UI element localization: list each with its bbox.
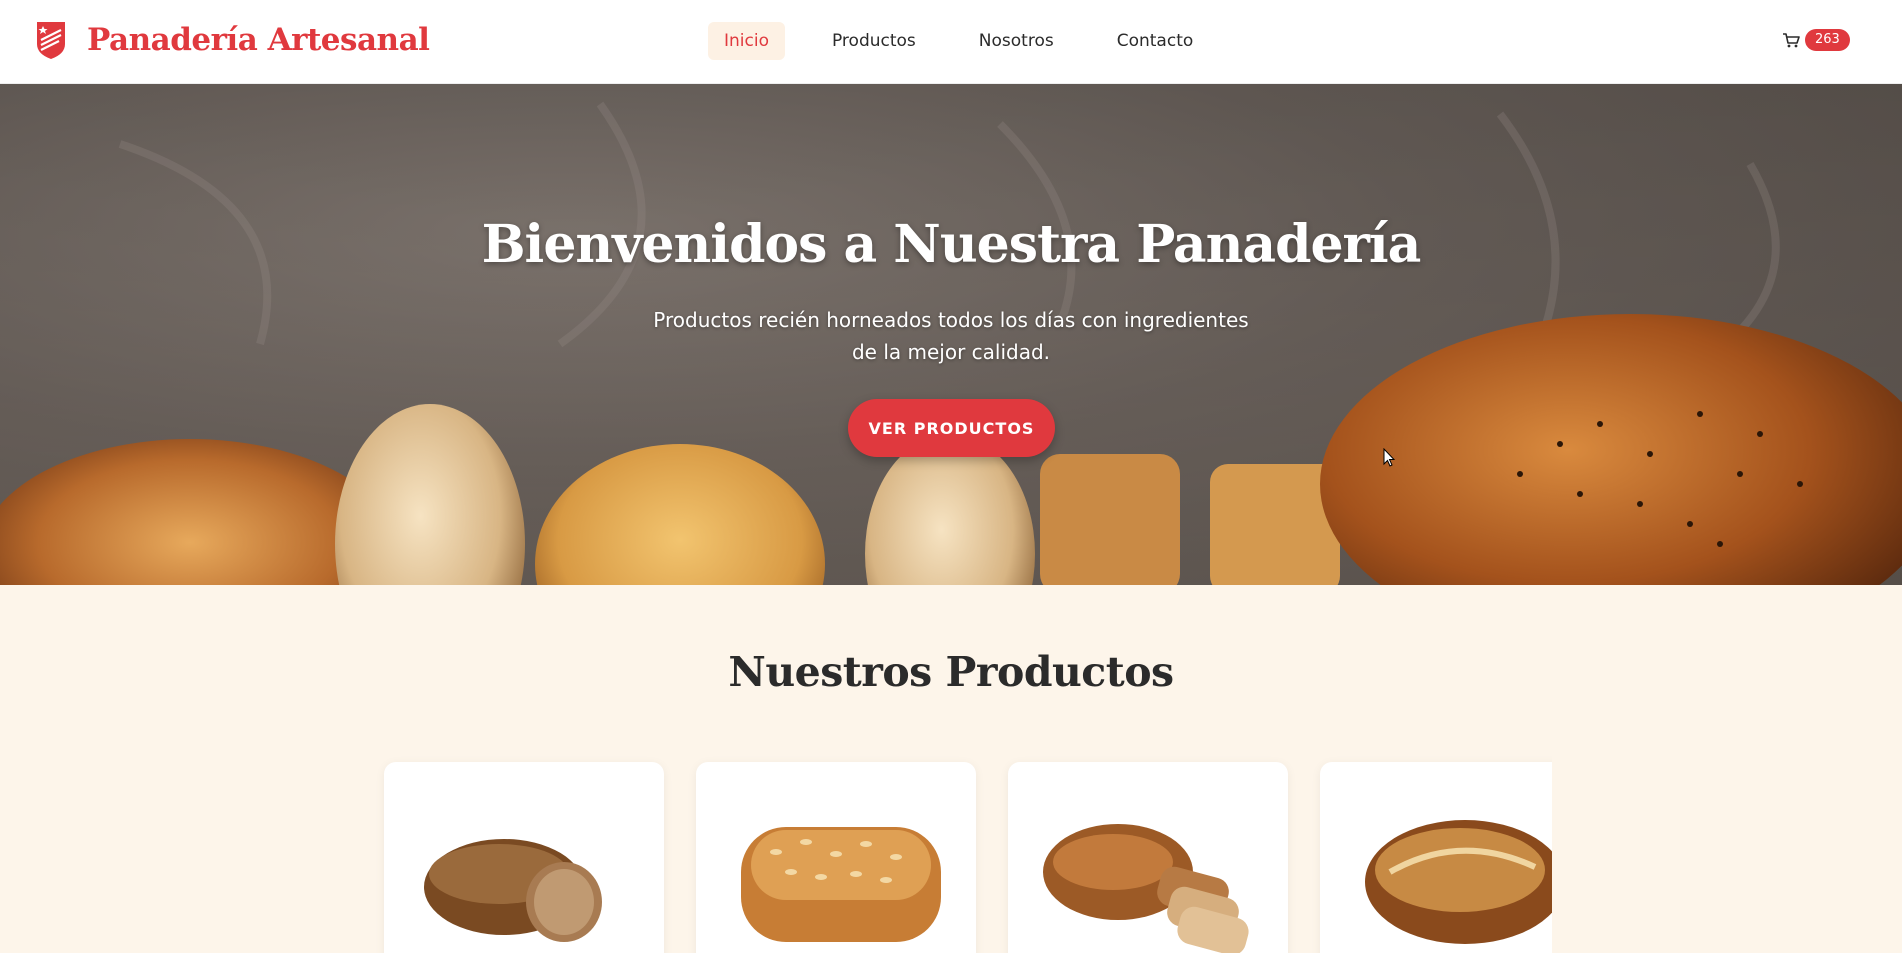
nav-item-inicio[interactable]: Inicio	[708, 22, 785, 60]
brand-home-link[interactable]: Panadería Artesanal	[35, 20, 430, 60]
site-header: Panadería Artesanal Inicio Productos Nos…	[0, 0, 1902, 84]
cart-icon	[1783, 33, 1800, 48]
main-nav: Inicio Productos Nosotros Contacto	[708, 22, 1240, 60]
products-carousel	[352, 752, 1552, 953]
hero-title: Bienvenidos a Nuestra Panadería	[481, 214, 1422, 275]
country-loaf-image	[1365, 820, 1552, 944]
rye-bread-image	[424, 839, 602, 942]
hero-section: Bienvenidos a Nuestra Panadería Producto…	[0, 84, 1902, 585]
mouse-cursor-icon	[1383, 448, 1395, 467]
product-card[interactable]	[1008, 762, 1288, 953]
nav-item-nosotros[interactable]: Nosotros	[963, 22, 1070, 60]
product-card[interactable]	[384, 762, 664, 953]
sliced-sourdough-image	[1043, 824, 1249, 953]
view-products-button[interactable]: VER PRODUCTOS	[848, 399, 1055, 457]
products-section-title: Nuestros Productos	[728, 648, 1174, 696]
product-card[interactable]	[696, 762, 976, 953]
nav-item-productos[interactable]: Productos	[816, 22, 932, 60]
product-card[interactable]	[1320, 762, 1552, 953]
cart-button[interactable]: 263	[1782, 29, 1850, 51]
brand-name: Panadería Artesanal	[87, 22, 430, 58]
hero-subtitle: Productos recién horneados todos los día…	[653, 308, 1249, 364]
seeded-loaf-image	[741, 827, 941, 942]
nav-item-contacto[interactable]: Contacto	[1101, 22, 1210, 60]
shield-logo-icon	[37, 22, 65, 59]
cart-count-badge: 263	[1805, 29, 1850, 51]
